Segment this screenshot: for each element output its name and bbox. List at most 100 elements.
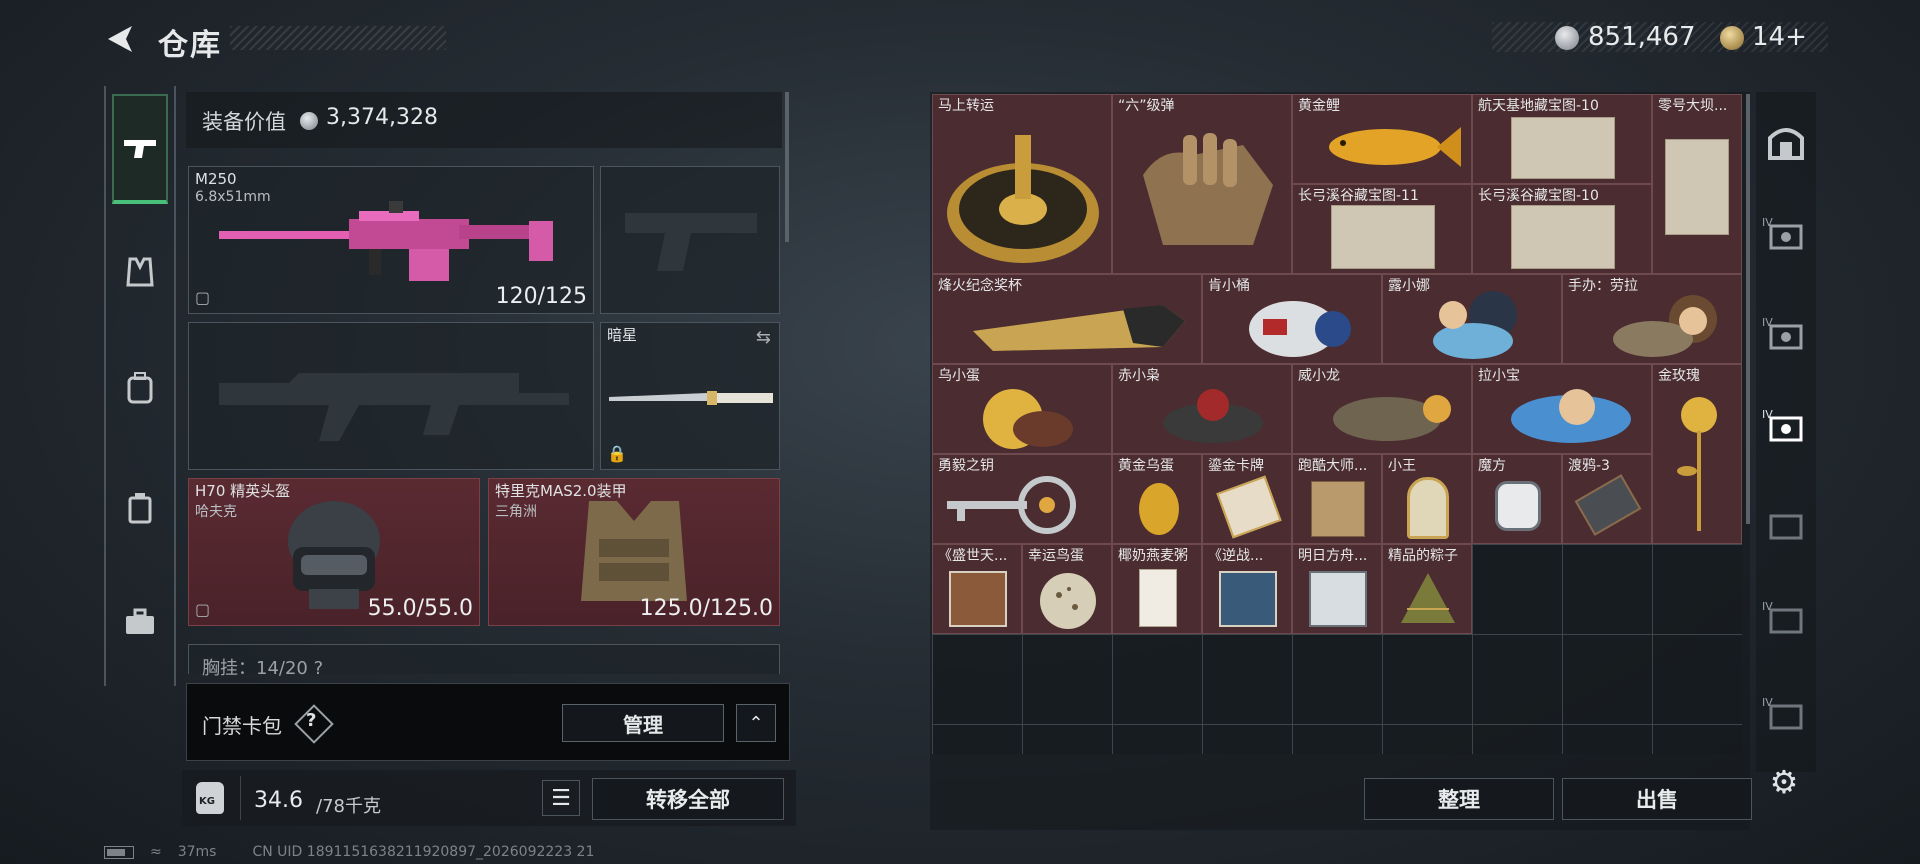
stash-item[interactable]: 长弓溪谷藏宝图-11 (1292, 184, 1472, 274)
nav-case[interactable] (112, 594, 168, 650)
weight-icon-label: KG (199, 796, 215, 807)
stash-item[interactable]: 马上转运 (932, 94, 1112, 274)
stash-item[interactable]: 零号大坝... (1652, 94, 1742, 274)
sell-button[interactable]: 出售 (1562, 778, 1752, 820)
figurine-icon (1163, 389, 1263, 443)
nav-stash-page-3-active[interactable] (1762, 404, 1810, 452)
stash-item[interactable]: 露小娜 (1382, 274, 1562, 364)
stash-item[interactable]: 乌小蛋 (932, 364, 1112, 454)
container-icon (1769, 324, 1803, 350)
canister-icon (128, 493, 152, 524)
helmet-slot[interactable]: H70 精英头盔 哈夫克 ▢ 55.0/55.0 (188, 478, 480, 626)
treasure-map-icon (1511, 117, 1615, 179)
chevron-up-icon[interactable]: ⌃ (736, 704, 776, 742)
item-name: 渡鸦-3 (1568, 458, 1610, 474)
stash-item[interactable]: 跑酷大师... (1292, 454, 1382, 544)
stash-item[interactable]: 椰奶燕麦粥 (1112, 544, 1202, 634)
stash-item[interactable]: 拉小宝 (1472, 364, 1652, 454)
list-icon[interactable]: ☰ (542, 780, 580, 816)
stash-item[interactable]: 《逆战... (1202, 544, 1292, 634)
machine-gun-icon (219, 201, 553, 281)
item-name: 黄金乌蛋 (1118, 458, 1174, 474)
figurine-icon (1433, 291, 1517, 359)
transfer-all-button[interactable]: 转移全部 (592, 778, 784, 820)
wifi-icon: ≈ (150, 844, 162, 860)
stash-item[interactable]: 《盛世天... (932, 544, 1022, 634)
pistol-slot[interactable] (600, 166, 780, 314)
stash-item[interactable]: 小王 (1382, 454, 1472, 544)
item-name: 航天基地藏宝图-10 (1478, 98, 1599, 114)
melee-name: 暗星 (607, 326, 638, 344)
item-name: 《盛世天... (938, 548, 1008, 564)
silver-coin-icon (300, 112, 318, 130)
stash-item[interactable]: 航天基地藏宝图-10 (1472, 94, 1652, 184)
manage-button[interactable]: 管理 (562, 704, 724, 742)
nav-stash-page-6[interactable] (1762, 692, 1810, 740)
figurine-icon (983, 389, 1073, 449)
stash-item[interactable]: 鎏金卡牌 (1202, 454, 1292, 544)
stash-item[interactable]: 烽火纪念奖杯 (932, 274, 1202, 364)
nav-armor[interactable] (112, 244, 168, 300)
armor-slot[interactable]: 特里克MAS2.0装甲 三角洲 125.0/125.0 (488, 478, 780, 626)
gear-icon[interactable]: ⚙ (1764, 762, 1804, 802)
stash-item[interactable]: 魔方 (1472, 454, 1562, 544)
container-icon (1769, 514, 1803, 540)
stash-item[interactable]: 黄金鲤 (1292, 94, 1472, 184)
stash-item[interactable]: 手办：劳拉 (1562, 274, 1742, 364)
primary-weapon-slot[interactable]: M250 6.8x51mm ▢ 120/125 (188, 166, 594, 314)
drink-carton-icon (1139, 569, 1177, 627)
stash-scrollbar[interactable] (1746, 94, 1750, 524)
lock-icon: 🔒 (607, 444, 627, 463)
item-name: 鎏金卡牌 (1208, 458, 1264, 474)
stash-item[interactable]: 金玫瑰 (1652, 364, 1742, 544)
item-name: 长弓溪谷藏宝图-10 (1478, 188, 1599, 204)
help-question-mark: ? (306, 710, 317, 731)
item-name: 《逆战... (1208, 548, 1264, 564)
sort-button[interactable]: 整理 (1364, 778, 1554, 820)
treasure-map-icon (1511, 205, 1615, 269)
stash-item[interactable]: 明日方舟... (1292, 544, 1382, 634)
nav-backpack[interactable] (112, 360, 168, 416)
stash-item[interactable]: 长弓溪谷藏宝图-10 (1472, 184, 1652, 274)
stash-item[interactable]: 勇毅之钥 (932, 454, 1112, 544)
golden-carp-icon (1329, 127, 1461, 167)
weapon-durability: 120/125 (495, 284, 587, 309)
nav-stash-page-1[interactable] (1762, 212, 1810, 260)
stash-item[interactable]: 威小龙 (1292, 364, 1472, 454)
nav-stash-home[interactable] (1762, 118, 1810, 166)
gold-balance[interactable]: 14+ (1752, 22, 1807, 52)
container-icon (1769, 224, 1803, 250)
nav-stash-page-2[interactable] (1762, 312, 1810, 360)
rice-dumpling-icon (1401, 573, 1455, 623)
equipment-scrollbar[interactable] (785, 92, 789, 242)
nav-container[interactable] (112, 480, 168, 536)
vest-icon (126, 257, 154, 287)
folder-icon (1769, 704, 1803, 730)
rifle-silhouette-icon (219, 373, 569, 441)
melee-slot[interactable]: 暗星 ⇆ 🔒 (600, 322, 780, 470)
nav-stash-page-4[interactable] (1762, 502, 1810, 550)
stash-item[interactable]: 黄金乌蛋 (1112, 454, 1202, 544)
treasure-map-icon (1665, 139, 1729, 235)
armor-durability: 125.0/125.0 (639, 596, 773, 621)
golden-rose-icon (1677, 397, 1717, 531)
golden-egg-icon (1139, 483, 1179, 535)
swap-icon[interactable]: ⇆ (756, 327, 771, 348)
item-name: 魔方 (1478, 458, 1506, 474)
page-title: 仓库 (158, 28, 222, 63)
secondary-weapon-slot[interactable] (188, 322, 594, 470)
no-insure-icon: ▢ (195, 288, 211, 307)
cube-icon (1495, 481, 1541, 531)
stash-item[interactable]: 赤小枭 (1112, 364, 1292, 454)
stash-item[interactable]: 精品的粽子 (1382, 544, 1472, 634)
stash-item[interactable]: 幸运鸟蛋 (1022, 544, 1112, 634)
plaque-icon (1407, 477, 1449, 539)
nav-weapons[interactable] (112, 94, 168, 204)
back-arrow-icon[interactable] (104, 22, 138, 56)
stash-item[interactable]: 肯小桶 (1202, 274, 1382, 364)
stash-item[interactable]: “六”级弹 (1112, 94, 1292, 274)
helmet-faction: 哈夫克 (195, 504, 237, 520)
stash-item[interactable]: 渡鸦-3 (1562, 454, 1652, 544)
nav-stash-page-5[interactable] (1762, 596, 1810, 644)
item-name: 小王 (1388, 458, 1416, 474)
